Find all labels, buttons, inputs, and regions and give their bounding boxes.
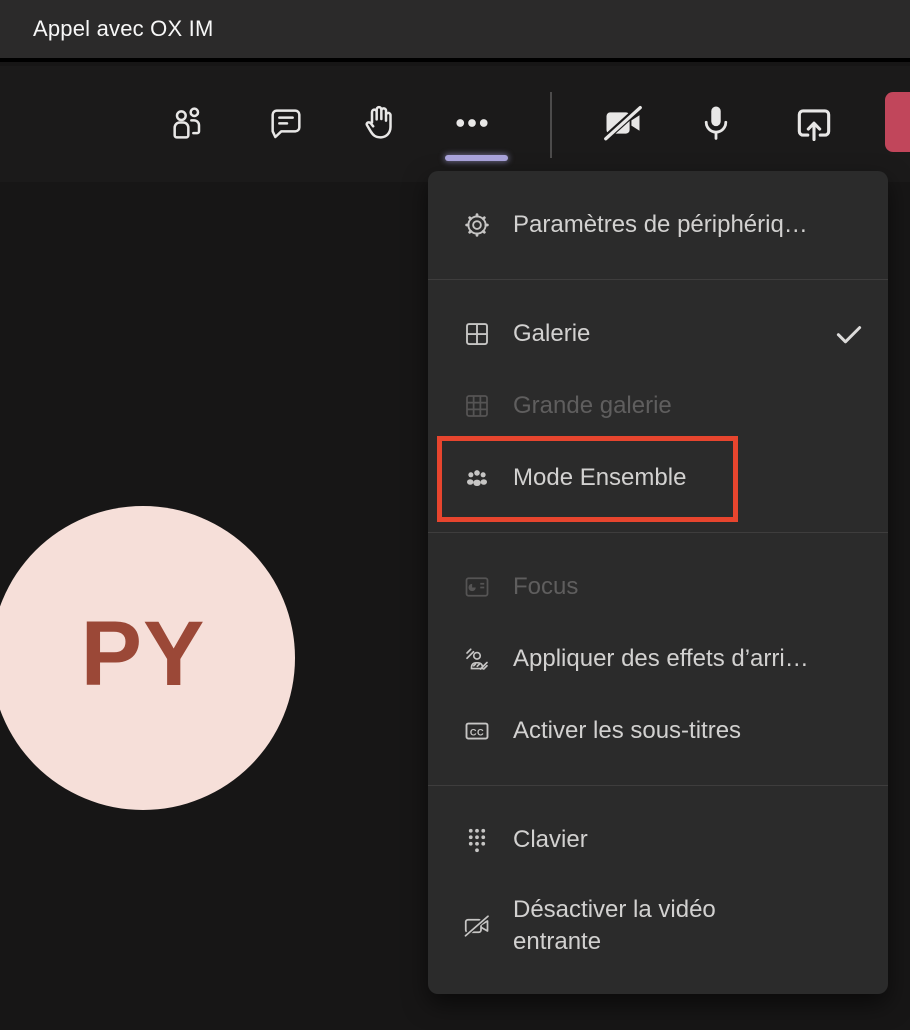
- menu-item-gallery[interactable]: Galerie: [428, 298, 888, 370]
- background-effects-icon: [461, 643, 493, 675]
- captions-icon: CC: [461, 715, 493, 747]
- menu-section-settings: Paramètres de périphériq…: [428, 171, 888, 279]
- incoming-video-off-icon: [461, 910, 493, 942]
- teams-call-window: Appel avec OX IM: [0, 0, 910, 1030]
- svg-text:CC: CC: [470, 727, 484, 737]
- menu-item-label: Désactiver la vidéo entrante: [513, 894, 763, 958]
- call-title: Appel avec OX IM: [33, 16, 214, 42]
- menu-section-effects: Focus Appliquer des effets d’arri…: [428, 533, 888, 785]
- camera-toggle-button[interactable]: [599, 99, 647, 147]
- large-gallery-grid-icon: [461, 390, 493, 422]
- menu-section-layout: Galerie Grande galerie: [428, 280, 888, 532]
- avatar-initials: PY: [81, 602, 206, 707]
- raise-hand-button[interactable]: [356, 99, 404, 147]
- menu-section-misc: Clavier Désactiver la vidéo entrante: [428, 786, 888, 994]
- title-bar: Appel avec OX IM: [0, 0, 910, 62]
- menu-item-label: Clavier: [513, 826, 588, 854]
- gear-icon: [461, 209, 493, 241]
- menu-item-focus[interactable]: Focus: [428, 551, 888, 623]
- menu-item-label: Grande galerie: [513, 392, 672, 420]
- chat-button[interactable]: [262, 99, 310, 147]
- dialpad-icon: [461, 824, 493, 856]
- menu-item-label: Paramètres de périphériq…: [513, 211, 808, 239]
- share-screen-icon: [792, 101, 836, 145]
- menu-item-label: Activer les sous-titres: [513, 717, 741, 745]
- participants-button[interactable]: [163, 99, 211, 147]
- toolbar-divider: [550, 92, 552, 158]
- menu-item-large-gallery[interactable]: Grande galerie: [428, 370, 888, 442]
- microphone-button[interactable]: [692, 99, 740, 147]
- people-icon: [167, 103, 207, 143]
- more-options-menu: Paramètres de périphériq… Galerie: [428, 171, 888, 994]
- together-mode-icon: [461, 462, 493, 494]
- mic-icon: [695, 102, 737, 144]
- active-tool-indicator: [445, 155, 508, 161]
- gallery-grid-icon: [461, 318, 493, 350]
- menu-item-captions[interactable]: CC Activer les sous-titres: [428, 695, 888, 767]
- call-toolbar: [0, 66, 910, 182]
- check-icon: [832, 317, 866, 351]
- menu-item-label: Appliquer des effets d’arri…: [513, 645, 809, 673]
- hand-icon: [360, 103, 400, 143]
- menu-item-together-mode[interactable]: Mode Ensemble: [428, 442, 888, 514]
- participant-avatar: PY: [0, 506, 295, 810]
- focus-icon: [461, 571, 493, 603]
- menu-item-dialpad[interactable]: Clavier: [428, 804, 888, 876]
- camera-off-icon: [601, 101, 645, 145]
- share-screen-button[interactable]: [790, 99, 838, 147]
- menu-item-device-settings[interactable]: Paramètres de périphériq…: [428, 189, 888, 261]
- menu-item-label: Galerie: [513, 320, 590, 348]
- menu-item-label: Mode Ensemble: [513, 464, 686, 492]
- chat-icon: [266, 103, 306, 143]
- hang-up-button[interactable]: [885, 92, 910, 152]
- more-icon: [450, 101, 494, 145]
- menu-item-incoming-video-off[interactable]: Désactiver la vidéo entrante: [428, 876, 888, 976]
- menu-item-label: Focus: [513, 573, 578, 601]
- more-options-button[interactable]: [448, 99, 496, 147]
- menu-item-background-effects[interactable]: Appliquer des effets d’arri…: [428, 623, 888, 695]
